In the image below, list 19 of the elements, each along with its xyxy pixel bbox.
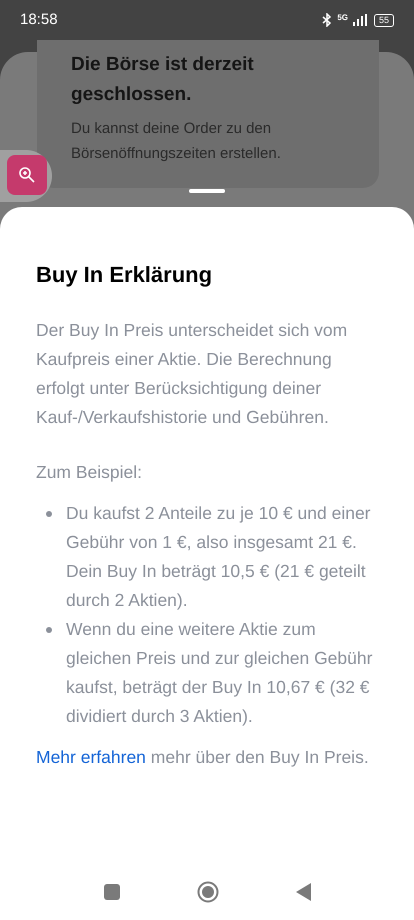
zoom-in-button[interactable] [7,155,47,195]
zoom-in-icon [18,166,36,184]
intro-paragraph: Der Buy In Preis unterscheidet sich vom Kaufpreis einer Aktie. Die Berechnung erfolgt unter Berücksichtigung deiner Kauf-/Verkaufshistorie und Gebühren. [36,319,348,429]
back-icon[interactable] [296,883,310,901]
network-label: 5G [337,14,348,22]
example-label: Zum Beispiel: [36,461,144,484]
bluetooth-icon [322,13,332,27]
recent-apps-icon[interactable] [104,884,120,900]
card-title: Die Börse ist derzeit geschlossen. [71,53,255,107]
signal-icon [352,14,367,26]
bullet-text: Du kaufst 2 Anteile zu je 10 € und einer Gebühr von 1 €, also insgesamt 21 €. Dein Buy In beträgt 10,5 € (21 € geteilt durch 2 Aktien). [66,502,372,612]
learn-more-paragraph: Mehr erfahren mehr über den Buy In Preis. [36,746,370,769]
bullet-text: Wenn du eine weitere Aktie zum gleichen Preis und zur gleichen Gebühr kaufst, beträgt der Buy In 10,67 € (32 € dividiert durch 3 Aktien). [66,618,374,728]
battery-indicator: 55 [374,14,394,26]
clock-time: 18:58 [20,10,58,30]
learn-more-link[interactable]: Mehr erfahren [36,747,146,767]
sheet-title: Buy In Erklärung [36,261,214,289]
home-icon[interactable] [196,881,218,903]
card-text: Du kannst deine Order zu den Börsenöffnungszeiten erstellen. [71,119,282,164]
